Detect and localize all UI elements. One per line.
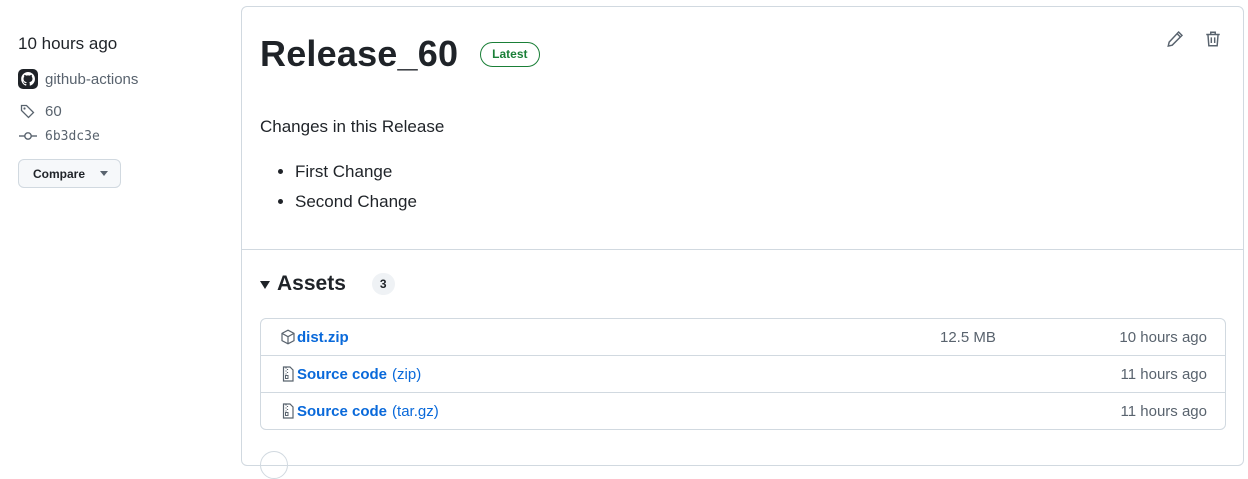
asset-size: 12.5 MB: [940, 328, 996, 346]
list-item: First Change: [295, 157, 417, 187]
compare-label: Compare: [33, 166, 86, 181]
author-name[interactable]: github-actions: [45, 71, 138, 88]
release-header: Release_60 Latest: [260, 33, 540, 75]
assets-list: dist.zip 12.5 MB 10 hours ago Source cod…: [260, 318, 1226, 430]
reaction-button[interactable]: [260, 451, 288, 479]
release-actions: [1165, 29, 1223, 49]
compare-button[interactable]: Compare: [18, 159, 121, 188]
changes-list: First Change Second Change: [260, 157, 417, 217]
file-zip-icon: [280, 366, 296, 382]
asset-time: 10 hours ago: [1119, 328, 1207, 346]
asset-link[interactable]: Source code (tar.gz): [297, 403, 439, 420]
latest-badge: Latest: [480, 41, 540, 67]
tag-label[interactable]: 60: [45, 103, 62, 120]
git-commit-icon: [18, 126, 38, 146]
release-sidebar: 10 hours ago github-actions 60 6b3dc3e C…: [18, 34, 228, 188]
package-icon: [280, 329, 296, 345]
asset-time: 11 hours ago: [1120, 402, 1207, 420]
edit-pencil-icon[interactable]: [1165, 29, 1185, 49]
asset-time: 11 hours ago: [1120, 365, 1207, 383]
asset-link[interactable]: dist.zip: [297, 329, 349, 346]
release-title[interactable]: Release_60: [260, 33, 458, 75]
trash-icon[interactable]: [1203, 29, 1223, 49]
asset-suffix[interactable]: (tar.gz): [392, 403, 439, 420]
release-description: Changes in this Release: [260, 117, 445, 136]
list-item: Source code (zip) 11 hours ago: [261, 356, 1225, 393]
file-zip-icon: [280, 403, 296, 419]
assets-count-badge: 3: [371, 273, 395, 295]
list-item: Source code (tar.gz) 11 hours ago: [261, 393, 1225, 429]
commit-sha[interactable]: 6b3dc3e: [45, 129, 100, 144]
list-item: Second Change: [295, 187, 417, 217]
asset-link-label[interactable]: Source code: [297, 403, 387, 420]
assets-toggle[interactable]: Assets 3: [260, 272, 395, 296]
tag-row[interactable]: 60: [18, 100, 228, 122]
release-time: 10 hours ago: [18, 34, 118, 53]
triangle-down-icon: [260, 281, 270, 289]
asset-link[interactable]: Source code (zip): [297, 366, 421, 383]
commit-row[interactable]: 6b3dc3e: [18, 125, 228, 147]
github-logo-icon: [18, 69, 38, 89]
release-card: Release_60 Latest Changes in this Releas…: [241, 6, 1244, 479]
assets-title: Assets: [277, 272, 346, 295]
list-item: dist.zip 12.5 MB 10 hours ago: [261, 319, 1225, 356]
asset-link-label[interactable]: Source code: [297, 366, 387, 383]
divider: [242, 249, 1243, 250]
tag-icon: [18, 101, 38, 121]
author-row[interactable]: github-actions: [18, 68, 228, 90]
asset-suffix[interactable]: (zip): [392, 366, 421, 383]
chevron-down-icon: [100, 171, 109, 176]
avatar[interactable]: [18, 69, 38, 89]
